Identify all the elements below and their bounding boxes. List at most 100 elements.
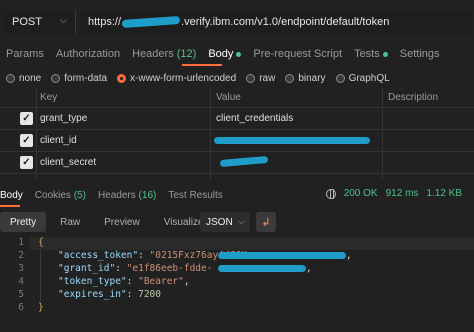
- tab-headers[interactable]: Headers (12): [126, 48, 202, 60]
- radio-icon: [335, 73, 345, 83]
- json-comma: ,: [346, 250, 352, 261]
- view-pretty[interactable]: Pretty: [0, 212, 47, 232]
- column-value: Value: [216, 92, 241, 103]
- redaction-mark: [214, 137, 370, 144]
- cookies-count: (5): [73, 189, 86, 201]
- method-label: POST: [12, 16, 42, 28]
- redaction-mark: [219, 155, 269, 168]
- tab-body[interactable]: Body: [202, 48, 247, 60]
- radio-icon: [285, 73, 295, 83]
- globe-icon[interactable]: [325, 188, 336, 199]
- tab-authorization[interactable]: Authorization: [50, 48, 126, 60]
- param-key[interactable]: grant_type: [40, 113, 87, 124]
- params-table: Key Value Description ✓ grant_type clien…: [0, 88, 474, 174]
- radio-none[interactable]: none: [6, 73, 41, 84]
- active-tab-underline: [182, 64, 222, 66]
- json-value: 7200: [138, 289, 161, 300]
- tab-tests[interactable]: Tests: [348, 48, 394, 60]
- line-number: 2: [18, 250, 24, 261]
- tests-indicator-dot: [382, 51, 388, 57]
- table-header-row: Key Value Description: [0, 88, 474, 108]
- radio-icon: [246, 73, 256, 83]
- format-select[interactable]: JSON ⌵: [200, 212, 250, 232]
- headers-count: (12): [176, 48, 197, 60]
- json-comma: ,: [306, 263, 312, 274]
- line-number: 3: [18, 263, 24, 274]
- json-key: "expires_in": [58, 289, 127, 300]
- method-select[interactable]: POST ⌵: [2, 10, 76, 34]
- column-divider: [382, 88, 383, 180]
- json-value: "Bearer": [138, 276, 184, 287]
- line-number: 1: [18, 237, 24, 248]
- param-key[interactable]: client_id: [40, 135, 77, 146]
- response-status: 200 OK 912 ms 1.12 KB: [325, 188, 462, 199]
- table-row: ✓ client_secret: [0, 152, 474, 174]
- column-key: Key: [40, 92, 58, 103]
- radio-x-www-form-urlencoded[interactable]: x-www-form-urlencoded: [117, 73, 236, 84]
- format-label: JSON: [206, 216, 233, 228]
- response-tabs: Body Cookies (5) Headers (16) Test Resul…: [0, 186, 229, 204]
- code-line: 1 {: [0, 236, 474, 249]
- redaction-mark: [121, 15, 181, 29]
- column-description: Description: [388, 92, 439, 103]
- json-comma: ,: [183, 276, 190, 287]
- json-key: "token_type": [58, 276, 127, 287]
- body-indicator-dot: [236, 51, 242, 57]
- tab-response-body[interactable]: Body: [0, 190, 29, 201]
- line-number: 6: [18, 302, 24, 313]
- table-row: ✓ client_id: [0, 130, 474, 152]
- json-value: "e1f86eeb-fdde-: [126, 263, 213, 274]
- body-type-radios: none form-data x-www-form-urlencoded raw…: [6, 70, 390, 86]
- json-key: "access_token": [58, 250, 139, 261]
- radio-graphql[interactable]: GraphQL: [335, 73, 390, 84]
- tab-settings[interactable]: Settings: [394, 48, 446, 60]
- code-line: 6 }: [0, 301, 474, 314]
- response-body-code[interactable]: 1 { 2 "access_token": "0215Fxz76ay4dG6X …: [0, 236, 474, 332]
- radio-binary[interactable]: binary: [285, 73, 326, 84]
- chevron-down-icon: ⌵: [60, 15, 67, 25]
- param-value[interactable]: client_credentials: [216, 113, 293, 124]
- radio-icon: [6, 73, 15, 83]
- radio-form-data[interactable]: form-data: [51, 73, 107, 84]
- checkbox-checked-icon[interactable]: ✓: [20, 112, 33, 125]
- radio-icon: [51, 73, 61, 83]
- chevron-down-icon: ⌵: [238, 217, 245, 226]
- view-mode-toolbar: Pretty Raw Preview Visualize: [0, 210, 214, 234]
- code-line: 4 "token_type": "Bearer",: [0, 275, 474, 288]
- code-line: 2 "access_token": "0215Fxz76ay4dG6X ,: [0, 249, 474, 262]
- view-raw[interactable]: Raw: [50, 212, 90, 232]
- table-row: ✓ grant_type client_credentials: [0, 108, 474, 130]
- tab-pre-request-script[interactable]: Pre-request Script: [247, 48, 348, 60]
- url-input[interactable]: https:// .verify.ibm.com/v1.0/endpoint/de…: [80, 10, 472, 34]
- checkbox-checked-icon[interactable]: ✓: [20, 134, 33, 147]
- code-text: }: [38, 302, 44, 313]
- column-divider: [210, 88, 211, 180]
- tab-cookies[interactable]: Cookies (5): [29, 190, 92, 201]
- request-tabs: Params Authorization Headers (12) Body P…: [0, 44, 474, 64]
- code-line: 5 "expires_in": 7200: [0, 288, 474, 301]
- redaction-mark: [218, 265, 306, 272]
- active-tab-underline: [0, 205, 20, 207]
- url-suffix: .verify.ibm.com/v1.0/endpoint/default/to…: [181, 16, 390, 28]
- param-key[interactable]: client_secret: [40, 157, 96, 168]
- code-line: 3 "grant_id": "e1f86eeb-fdde- ,: [0, 262, 474, 275]
- response-size[interactable]: 1.12 KB: [426, 188, 462, 199]
- radio-selected-icon: [117, 73, 127, 83]
- line-number: 5: [18, 289, 24, 300]
- radio-raw[interactable]: raw: [246, 73, 275, 84]
- response-time[interactable]: 912 ms: [386, 188, 419, 199]
- tab-params[interactable]: Params: [0, 48, 50, 60]
- url-prefix: https://: [88, 16, 122, 28]
- wrap-lines-icon[interactable]: ↲: [256, 212, 276, 232]
- line-number: 4: [18, 276, 24, 287]
- column-divider: [36, 88, 37, 180]
- headers-count: (16): [138, 189, 157, 201]
- tab-response-headers[interactable]: Headers (16): [92, 190, 162, 201]
- status-code[interactable]: 200 OK: [344, 188, 378, 199]
- json-key: "grant_id": [58, 263, 116, 274]
- checkbox-checked-icon[interactable]: ✓: [20, 156, 33, 169]
- tab-test-results[interactable]: Test Results: [162, 190, 228, 201]
- code-text: {: [38, 237, 44, 248]
- view-preview[interactable]: Preview: [94, 212, 150, 232]
- redaction-mark: [218, 252, 346, 259]
